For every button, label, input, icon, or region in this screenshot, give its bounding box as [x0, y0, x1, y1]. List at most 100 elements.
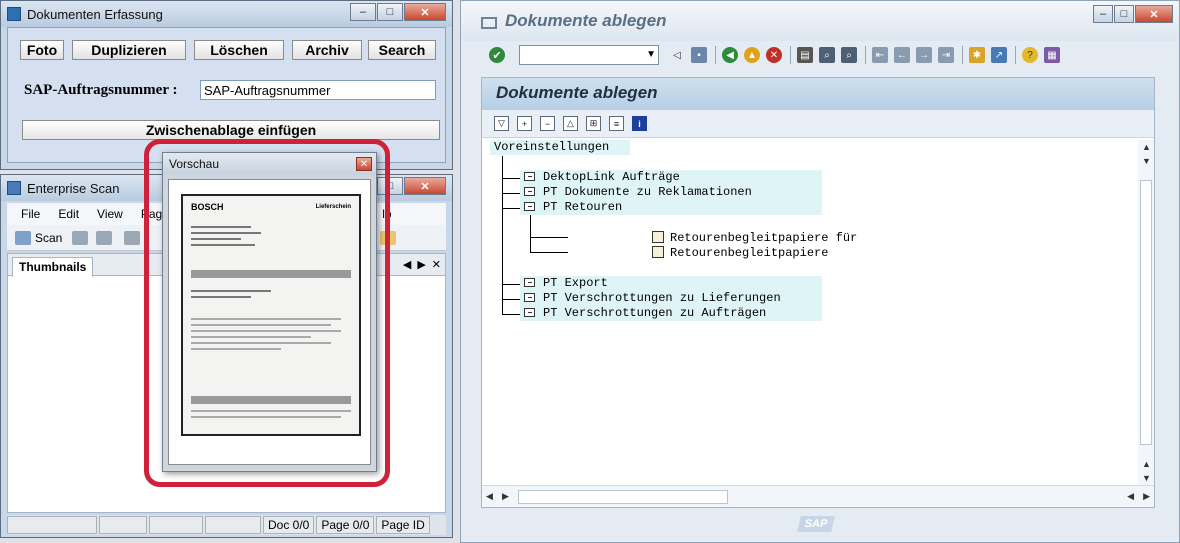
last-page-icon[interactable]: ⇥: [938, 47, 954, 63]
tree-node-export[interactable]: PT Export: [520, 276, 822, 291]
hierarchy-icon[interactable]: ⊞: [586, 116, 601, 131]
tree-node-label: PT Export: [543, 276, 608, 290]
tool-icon[interactable]: [72, 230, 89, 245]
exit-icon[interactable]: ▲: [744, 47, 760, 63]
sap-titlebar: Dokumente ablegen ‒ □ ✕: [461, 1, 1179, 41]
cancel-icon[interactable]: ✕: [766, 47, 782, 63]
sap-content-panel: Dokumente ablegen ▽ + − △ ⊞ ≡ i Voreinst…: [481, 77, 1155, 508]
horizontal-scrollbar[interactable]: ◀ ▶ ◀ ▶: [482, 485, 1154, 507]
separator: [715, 46, 716, 64]
status-page: Page 0/0: [316, 516, 375, 534]
scroll-up-icon[interactable]: ▼: [1142, 156, 1151, 166]
tree-node-label: PT Verschrottungen zu Lieferungen: [543, 291, 781, 305]
tree-node-reklamationen[interactable]: PT Dokumente zu Reklamationen: [520, 185, 822, 200]
scroll-down-icon[interactable]: ▼: [1142, 473, 1151, 483]
tree-node-retouren[interactable]: PT Retouren: [520, 200, 822, 215]
prev-page-icon[interactable]: ←: [894, 47, 910, 63]
new-session-icon[interactable]: ✱: [969, 47, 985, 63]
app-icon: [7, 7, 21, 21]
status-empty: [149, 516, 203, 534]
save-icon[interactable]: ▪: [691, 47, 707, 63]
folder-open-icon: [524, 202, 535, 211]
tree-node-desktoplink[interactable]: DektopLink Aufträge: [520, 170, 822, 185]
tab-next-icon[interactable]: ▶: [417, 258, 425, 271]
tree-node-verschrottungen-auftraege[interactable]: PT Verschrottungen zu Aufträgen: [520, 306, 822, 321]
foto-button[interactable]: Foto: [20, 40, 64, 60]
tab-prev-icon[interactable]: ◀: [403, 258, 411, 271]
back-small-icon[interactable]: ◁: [669, 47, 685, 63]
tree-line: [502, 314, 520, 315]
tree-line: [502, 299, 520, 300]
tool-icon[interactable]: [96, 230, 113, 245]
menu-file[interactable]: File: [21, 207, 40, 221]
menu-view[interactable]: View: [97, 207, 123, 221]
shortcut-icon[interactable]: ↗: [991, 47, 1007, 63]
erfassung-titlebar: Dokumenten Erfassung ‒ □ ✕: [1, 1, 452, 27]
enter-check-icon[interactable]: ✔: [489, 47, 505, 63]
folder-icon: [524, 278, 535, 287]
first-page-icon[interactable]: ⇤: [872, 47, 888, 63]
menu-edit[interactable]: Edit: [58, 207, 79, 221]
close-button[interactable]: ✕: [1135, 5, 1173, 23]
scroll-right-icon[interactable]: ▶: [502, 491, 509, 502]
sap-toolbar: ✔ ▼ ◁ ▪ ◀ ▲ ✕ ▤ ⌕ ⌕ ⇤ ← → ⇥ ✱ ↗ ? ▦: [461, 41, 1179, 69]
document-icon: [652, 246, 664, 258]
minimize-button[interactable]: ‒: [350, 3, 376, 21]
layout-icon[interactable]: ▦: [1044, 47, 1060, 63]
scroll-left-icon[interactable]: ◀: [486, 491, 493, 502]
tree-node-verschrottungen-lieferungen[interactable]: PT Verschrottungen zu Lieferungen: [520, 291, 822, 306]
expand-all-icon[interactable]: ▽: [494, 116, 509, 131]
scroll-up-icon[interactable]: ▲: [1142, 142, 1151, 152]
sap-logo: SAP: [797, 516, 835, 532]
vertical-scrollbar[interactable]: ▲ ▼ ▲ ▼: [1138, 140, 1154, 485]
sap-window-title: Dokumente ablegen: [505, 11, 667, 30]
print-icon[interactable]: [124, 230, 141, 245]
duplizieren-button[interactable]: Duplizieren: [72, 40, 186, 60]
command-field[interactable]: ▼: [519, 45, 659, 65]
archiv-button[interactable]: Archiv: [292, 40, 362, 60]
minimize-button[interactable]: ‒: [1093, 5, 1113, 23]
collapse-all-icon[interactable]: △: [563, 116, 578, 131]
tab-close-icon[interactable]: ✕: [432, 258, 441, 271]
next-page-icon[interactable]: →: [916, 47, 932, 63]
scroll-thumb[interactable]: [518, 490, 728, 504]
tree-line: [530, 237, 568, 238]
close-button[interactable]: ✕: [404, 177, 446, 195]
print-icon[interactable]: ▤: [797, 47, 813, 63]
maximize-button[interactable]: □: [1114, 5, 1134, 23]
list-icon[interactable]: ≡: [609, 116, 624, 131]
scan-button[interactable]: Scan: [35, 231, 62, 245]
search-button[interactable]: Search: [368, 40, 436, 60]
expand-node-icon[interactable]: +: [517, 116, 532, 131]
tree-leaf-retourenbegleitpapiere[interactable]: Retourenbegleitpapiere: [648, 246, 952, 261]
tree-line: [502, 178, 520, 179]
chevron-down-icon[interactable]: ▼: [646, 49, 656, 60]
separator: [865, 46, 866, 64]
loeschen-button[interactable]: Löschen: [194, 40, 284, 60]
find-next-icon[interactable]: ⌕: [841, 47, 857, 63]
scroll-left-icon[interactable]: ◀: [1127, 491, 1134, 502]
separator: [790, 46, 791, 64]
folder-icon: [524, 187, 535, 196]
sap-menu-icon[interactable]: [481, 17, 497, 29]
auftragsnummer-input[interactable]: SAP-Auftragsnummer: [200, 80, 436, 100]
status-empty: [205, 516, 261, 534]
help-icon[interactable]: ?: [1022, 47, 1038, 63]
tree-leaf-retourenbegleitpapiere-fuer[interactable]: Retourenbegleitpapiere für: [648, 231, 952, 246]
find-icon[interactable]: ⌕: [819, 47, 835, 63]
maximize-button[interactable]: □: [377, 3, 403, 21]
tree-root[interactable]: Voreinstellungen: [490, 140, 630, 155]
zwischenablage-button[interactable]: Zwischenablage einfügen: [22, 120, 440, 140]
tree-node-label: PT Dokumente zu Reklamationen: [543, 185, 752, 199]
scroll-thumb[interactable]: [1140, 180, 1152, 445]
scroll-right-icon[interactable]: ▶: [1143, 491, 1150, 502]
scanner-icon: [15, 230, 31, 245]
info-icon[interactable]: i: [632, 116, 647, 131]
status-empty: [7, 516, 97, 534]
collapse-node-icon[interactable]: −: [540, 116, 555, 131]
close-button[interactable]: ✕: [404, 3, 446, 21]
scroll-down-icon[interactable]: ▲: [1142, 459, 1151, 469]
document-tree: Voreinstellungen DektopLink Aufträge PT …: [482, 140, 1138, 485]
back-icon[interactable]: ◀: [722, 47, 738, 63]
tab-thumbnails[interactable]: Thumbnails: [12, 257, 94, 277]
